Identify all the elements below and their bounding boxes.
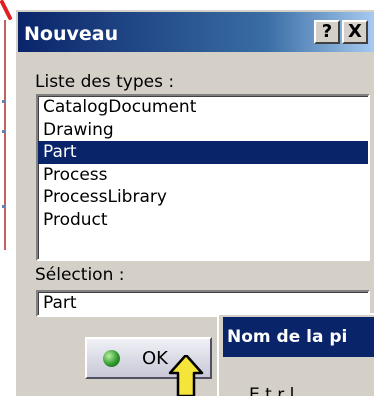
list-item-part[interactable]: Part xyxy=(38,141,368,164)
list-item-catalogdocument[interactable]: CatalogDocument xyxy=(38,96,368,119)
part-name-window-title[interactable]: Nom de la pi xyxy=(223,317,374,357)
part-name-window-text: E t r l xyxy=(249,385,295,396)
list-item-process[interactable]: Process xyxy=(38,164,368,187)
background-window-edge xyxy=(0,0,14,396)
yellow-arrow-icon xyxy=(168,355,204,396)
background-dot xyxy=(2,205,5,208)
background-dot xyxy=(2,130,5,133)
list-item-drawing[interactable]: Drawing xyxy=(38,119,368,142)
dialog-title: Nouveau xyxy=(24,23,119,45)
screen: Nouveau ? X Liste des types : CatalogDoc… xyxy=(0,0,374,396)
help-button[interactable]: ? xyxy=(314,20,340,44)
types-list-label: Liste des types : xyxy=(35,72,175,92)
red-annotation-mark-icon xyxy=(0,0,12,20)
background-dot xyxy=(2,100,5,103)
dialog-titlebar[interactable]: Nouveau ? X xyxy=(18,12,374,52)
close-button[interactable]: X xyxy=(342,20,368,44)
list-item-processlibrary[interactable]: ProcessLibrary xyxy=(38,186,368,209)
selection-label: Sélection : xyxy=(35,265,125,285)
green-led-icon xyxy=(103,350,120,367)
background-window-border xyxy=(4,20,6,250)
part-name-window: Nom de la pi E t r l xyxy=(217,313,374,396)
types-listbox[interactable]: CatalogDocument Drawing Part Process Pro… xyxy=(36,94,370,261)
list-item-product[interactable]: Product xyxy=(38,209,368,232)
